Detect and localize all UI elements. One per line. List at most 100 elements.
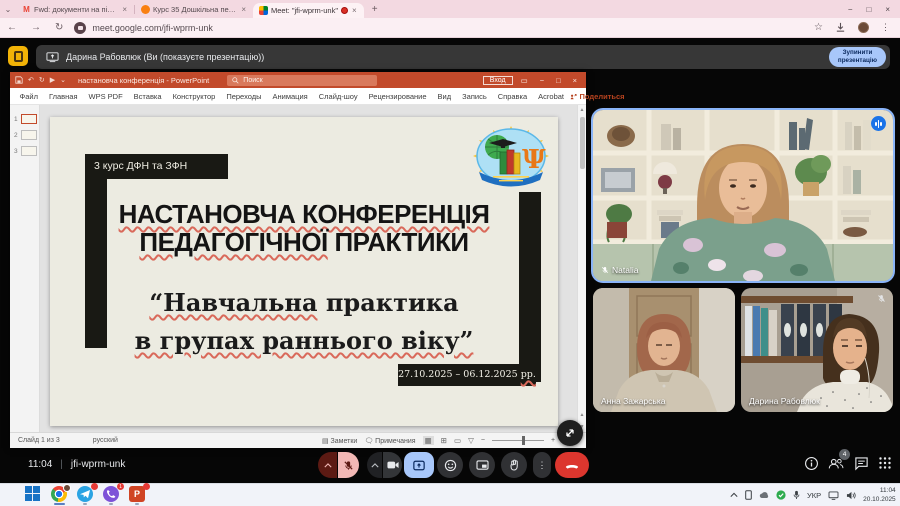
- antivirus-icon[interactable]: [776, 490, 786, 500]
- close-tab-icon[interactable]: ×: [240, 5, 247, 14]
- active-app-indicator: [54, 503, 65, 505]
- new-tab-button[interactable]: +: [364, 4, 386, 15]
- ppt-close-button[interactable]: ×: [569, 76, 581, 85]
- url-text[interactable]: meet.google.com/jfi-wprm-unk: [92, 23, 213, 33]
- ribbon-tab-animations[interactable]: Анимация: [267, 92, 313, 101]
- reload-icon[interactable]: ↻: [48, 22, 70, 33]
- video-tile-anna[interactable]: Анна Зажарська: [593, 288, 735, 412]
- activities-button[interactable]: [878, 456, 892, 475]
- ribbon-tab-home[interactable]: Главная: [43, 92, 83, 101]
- close-window-button[interactable]: ×: [885, 5, 890, 14]
- taskbar-telegram[interactable]: [77, 486, 94, 503]
- onedrive-icon[interactable]: [759, 491, 769, 499]
- ribbon-tab-view[interactable]: Вид: [432, 92, 457, 101]
- minimize-window-button[interactable]: −: [848, 5, 853, 14]
- slide-thumbnail-1[interactable]: 1: [10, 111, 39, 127]
- ribbon-tab-transitions[interactable]: Переходы: [221, 92, 267, 101]
- close-tab-icon[interactable]: ×: [121, 5, 128, 14]
- reactions-button[interactable]: [437, 452, 463, 478]
- clock-date[interactable]: 11:04 20.10.2025: [863, 486, 896, 505]
- participant-name-tag: Natalia: [601, 265, 638, 275]
- microphone-icon[interactable]: [793, 490, 800, 500]
- forward-icon[interactable]: →: [24, 22, 48, 33]
- device-icon[interactable]: [745, 490, 752, 500]
- close-tab-icon[interactable]: ×: [351, 6, 358, 15]
- video-tile-daryna[interactable]: Дарина Рабовлюк: [741, 288, 893, 412]
- undo-icon[interactable]: ↶: [28, 76, 34, 84]
- slide-thumbnail-2[interactable]: 2: [10, 127, 39, 143]
- bookmark-star-icon[interactable]: ☆: [814, 22, 823, 33]
- browser-menu-icon[interactable]: ⋮: [881, 22, 890, 33]
- tray-expand-chevron-icon[interactable]: [730, 492, 738, 498]
- browser-tab-meet-active[interactable]: Meet: "jfi-wprm-unk" ×: [253, 3, 364, 18]
- slide-sorter-view-icon[interactable]: ⊞: [441, 436, 447, 445]
- slideshow-icon[interactable]: ▶: [50, 76, 55, 84]
- redo-icon[interactable]: ↻: [39, 76, 45, 84]
- chat-button[interactable]: [854, 456, 869, 476]
- slide-thumbnail-3[interactable]: 3: [10, 143, 39, 159]
- save-icon[interactable]: [15, 76, 23, 84]
- taskbar-powerpoint[interactable]: P: [129, 486, 146, 503]
- ribbon-display-icon[interactable]: ▭: [517, 76, 532, 85]
- taskbar-chrome[interactable]: [51, 486, 68, 503]
- notes-button[interactable]: ▤ Заметки: [322, 437, 357, 445]
- audio-output-icon[interactable]: [871, 116, 886, 131]
- ribbon-tab-help[interactable]: Справка: [492, 92, 532, 101]
- ribbon-tab-insert[interactable]: Вставка: [128, 92, 167, 101]
- more-options-button[interactable]: ⋮: [533, 452, 551, 478]
- zoom-slider[interactable]: [492, 440, 544, 441]
- presentation-app-icon[interactable]: [8, 46, 28, 66]
- language-indicator[interactable]: УКР: [807, 491, 821, 500]
- camera-icon: [387, 460, 399, 470]
- sign-in-button[interactable]: Вход: [483, 76, 513, 85]
- download-icon[interactable]: [835, 22, 846, 33]
- back-icon[interactable]: ←: [0, 22, 24, 33]
- taskbar-viber[interactable]: 1: [103, 486, 120, 503]
- network-icon[interactable]: [828, 491, 839, 500]
- comments-button[interactable]: 🗨 Примечания: [364, 437, 415, 445]
- normal-view-icon[interactable]: ▦: [423, 436, 434, 445]
- presenting-active-button[interactable]: [404, 452, 434, 478]
- mic-options-chevron[interactable]: [318, 452, 337, 478]
- ribbon-tab-record[interactable]: Запись: [457, 92, 493, 101]
- svg-text:Ψ: Ψ: [522, 145, 546, 175]
- slide-canvas[interactable]: 3 курс ДФН та ЗФН Ψ: [50, 117, 558, 426]
- slide-scrollbar[interactable]: ▲ ▲ ▼: [577, 105, 586, 432]
- tab-search-chevron-icon[interactable]: ⌄: [0, 5, 16, 14]
- resize-presentation-button[interactable]: [557, 420, 583, 446]
- meeting-details-button[interactable]: [804, 456, 819, 476]
- customize-toolbar-icon[interactable]: ⌄: [60, 76, 66, 84]
- stop-presenting-button[interactable]: Зупинити презентацію: [829, 47, 886, 67]
- ppt-minimize-button[interactable]: −: [536, 76, 548, 85]
- slideshow-view-icon[interactable]: ▽: [468, 436, 474, 445]
- powerpoint-title-bar: ↶ ↻ ▶ ⌄ настановча конференція - PowerPo…: [10, 72, 586, 88]
- ppt-restore-button[interactable]: □: [552, 76, 565, 85]
- search-input[interactable]: Поиск: [227, 75, 377, 86]
- ribbon-tab-acrobat[interactable]: Acrobat: [533, 92, 570, 101]
- zoom-out-icon[interactable]: −: [481, 437, 485, 444]
- ribbon-tab-review[interactable]: Рецензирование: [363, 92, 432, 101]
- ribbon-tab-slideshow[interactable]: Слайд-шоу: [313, 92, 363, 101]
- daryna-video-feed: [741, 288, 893, 412]
- ribbon-tab-design[interactable]: Конструктор: [167, 92, 221, 101]
- zoom-in-icon[interactable]: +: [551, 437, 555, 444]
- language-indicator[interactable]: русский: [93, 437, 118, 444]
- ribbon-tab-wpspdf[interactable]: WPS PDF: [83, 92, 128, 101]
- maximize-window-button[interactable]: □: [866, 5, 871, 14]
- video-tile-natalia[interactable]: Natalia: [593, 110, 893, 281]
- end-call-button[interactable]: [555, 452, 589, 478]
- present-screen-button[interactable]: [469, 452, 495, 478]
- scrollbar-thumb[interactable]: [580, 117, 585, 169]
- divider: |: [60, 459, 63, 470]
- browser-tab-gmail[interactable]: M Fwd: документи на підпис - d ×: [16, 0, 134, 18]
- start-button[interactable]: [25, 486, 42, 503]
- profile-avatar[interactable]: [858, 22, 869, 33]
- raise-hand-button[interactable]: [501, 452, 527, 478]
- browser-tab-course[interactable]: Курс 35 Дошкільна педагогіка ×: [135, 0, 253, 18]
- share-button[interactable]: Поделиться: [570, 92, 629, 101]
- site-icon[interactable]: [74, 22, 86, 34]
- speaker-icon[interactable]: [846, 491, 856, 500]
- reading-view-icon[interactable]: ▭: [454, 436, 461, 445]
- ribbon-tab-file[interactable]: Файл: [14, 92, 43, 101]
- mic-off-icon: [343, 460, 354, 471]
